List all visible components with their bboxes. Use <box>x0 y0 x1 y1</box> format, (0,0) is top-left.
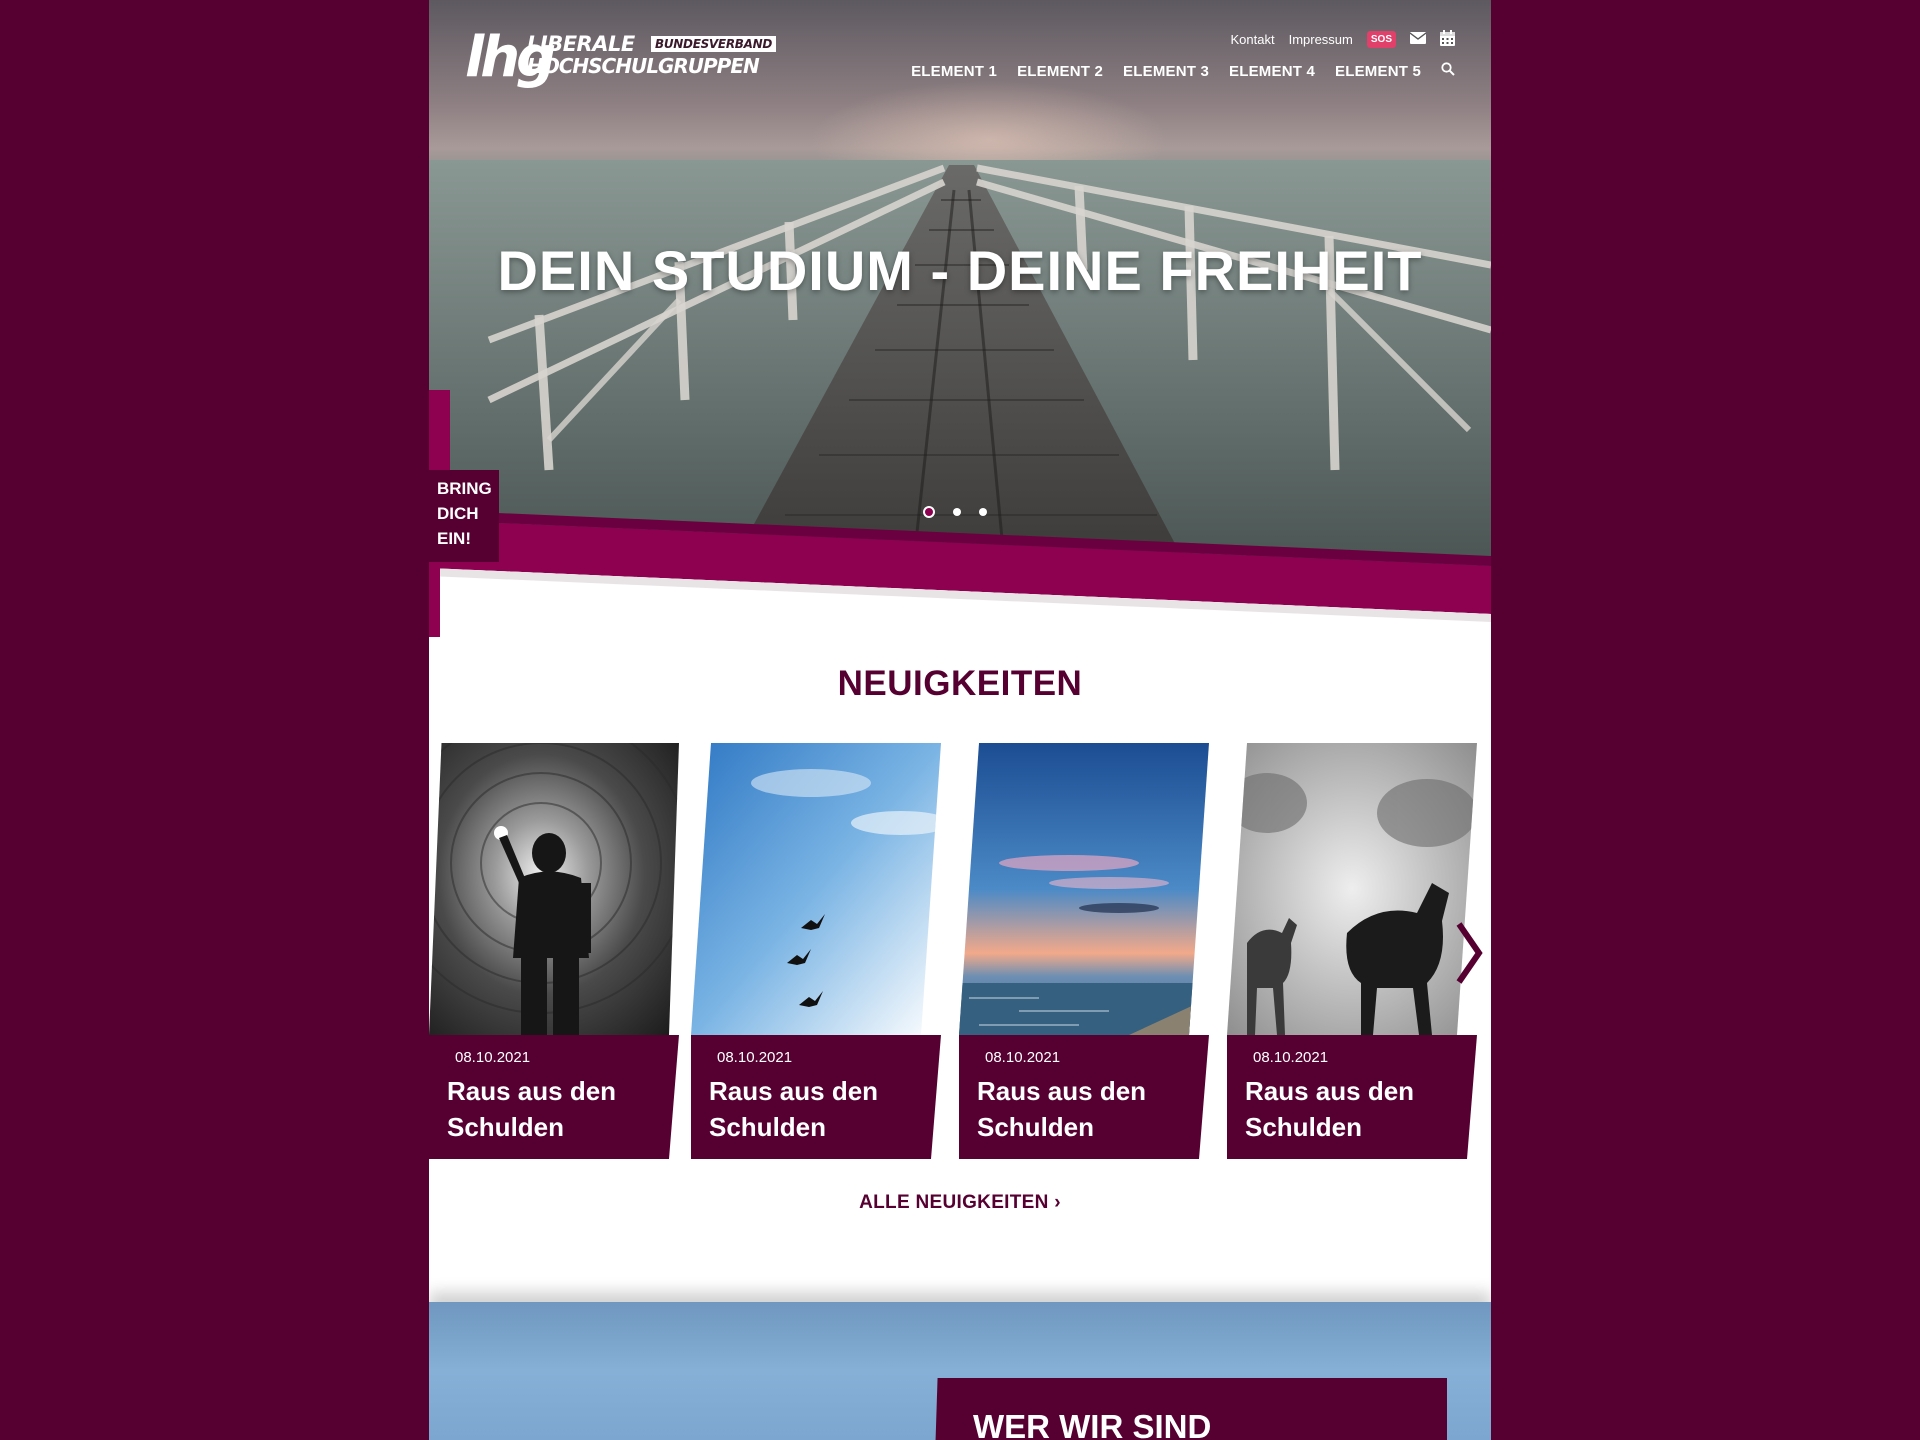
nav-item-element-2[interactable]: ELEMENT 2 <box>1017 63 1103 80</box>
news-card-headline: Raus aus den Schulden <box>709 1076 879 1142</box>
news-card[interactable]: 08.10.2021 Raus aus den Schulden <box>1227 743 1477 1159</box>
news-card-headline: Raus aus den Schulden <box>977 1076 1147 1142</box>
news-card-image-tunnel <box>429 743 679 1035</box>
cta-line1: BRING <box>437 479 492 498</box>
sos-button[interactable]: SOS <box>1366 31 1396 48</box>
about-box: WER WIR SIND <box>935 1378 1447 1440</box>
news-card-headline: Raus aus den Schulden <box>1245 1076 1415 1142</box>
envelope-icon[interactable] <box>1409 32 1427 47</box>
news-card-date: 08.10.2021 <box>985 1049 1061 1066</box>
news-section-title: NEUIGKEITEN <box>837 664 1083 703</box>
nav-item-element-3[interactable]: ELEMENT 3 <box>1123 63 1209 80</box>
news-card[interactable]: 08.10.2021 Raus aus den Schulden <box>959 743 1209 1159</box>
search-icon[interactable] <box>1441 62 1455 80</box>
news-card-date: 08.10.2021 <box>455 1049 531 1066</box>
news-card-image-horses-fog <box>1227 743 1477 1035</box>
logo-line1: LIBERALE <box>527 32 635 56</box>
news-card-date: 08.10.2021 <box>717 1049 793 1066</box>
news-card-image-sunset-sea <box>959 743 1209 1035</box>
news-card[interactable]: 08.10.2021 Raus aus den Schulden <box>691 743 941 1159</box>
news-card-image-birds-sky <box>691 743 941 1035</box>
nav-item-element-1[interactable]: ELEMENT 1 <box>911 63 997 80</box>
all-news-link[interactable]: ALLE NEUIGKEITEN › <box>429 1192 1491 1214</box>
hero-title: DEIN STUDIUM - DEINE FREIHEIT <box>497 239 1423 302</box>
utility-nav: Kontakt Impressum SOS <box>1230 30 1455 49</box>
about-section: WER WIR SIND <box>429 1302 1491 1440</box>
page: lhg LIBERALE BUNDESVERBAND HOCHSCHULGRUP… <box>429 0 1491 1440</box>
about-title: WER WIR SIND <box>973 1408 1212 1440</box>
nav-item-element-5[interactable]: ELEMENT 5 <box>1335 63 1421 80</box>
hero-slider: lhg LIBERALE BUNDESVERBAND HOCHSCHULGRUP… <box>429 0 1491 570</box>
cta-line2: DICH <box>437 504 479 523</box>
link-impressum[interactable]: Impressum <box>1289 32 1353 47</box>
news-carousel: 08.10.2021 Raus aus den Schulden 08.10.2… <box>429 743 1491 1159</box>
site-logo[interactable]: lhg LIBERALE BUNDESVERBAND HOCHSCHULGRUP… <box>465 28 776 94</box>
nav-item-element-4[interactable]: ELEMENT 4 <box>1229 63 1315 80</box>
cta-line3: EIN! <box>437 529 471 548</box>
news-card[interactable]: 08.10.2021 Raus aus den Schulden <box>429 743 679 1159</box>
logo-badge: BUNDESVERBAND <box>651 36 776 52</box>
calendar-icon[interactable] <box>1440 30 1455 49</box>
link-kontakt[interactable]: Kontakt <box>1230 32 1274 47</box>
news-card-date: 08.10.2021 <box>1253 1049 1329 1066</box>
hero-divider-band <box>429 510 1491 640</box>
chevron-right-icon[interactable] <box>1451 918 1487 988</box>
news-card-headline: Raus aus den Schulden <box>447 1076 617 1142</box>
logo-line2: HOCHSCHULGRUPPEN <box>527 54 760 78</box>
main-nav: ELEMENT 1 ELEMENT 2 ELEMENT 3 ELEMENT 4 … <box>911 62 1455 80</box>
cta-bring-dich-ein[interactable]: BRING DICH EIN! <box>429 470 499 562</box>
